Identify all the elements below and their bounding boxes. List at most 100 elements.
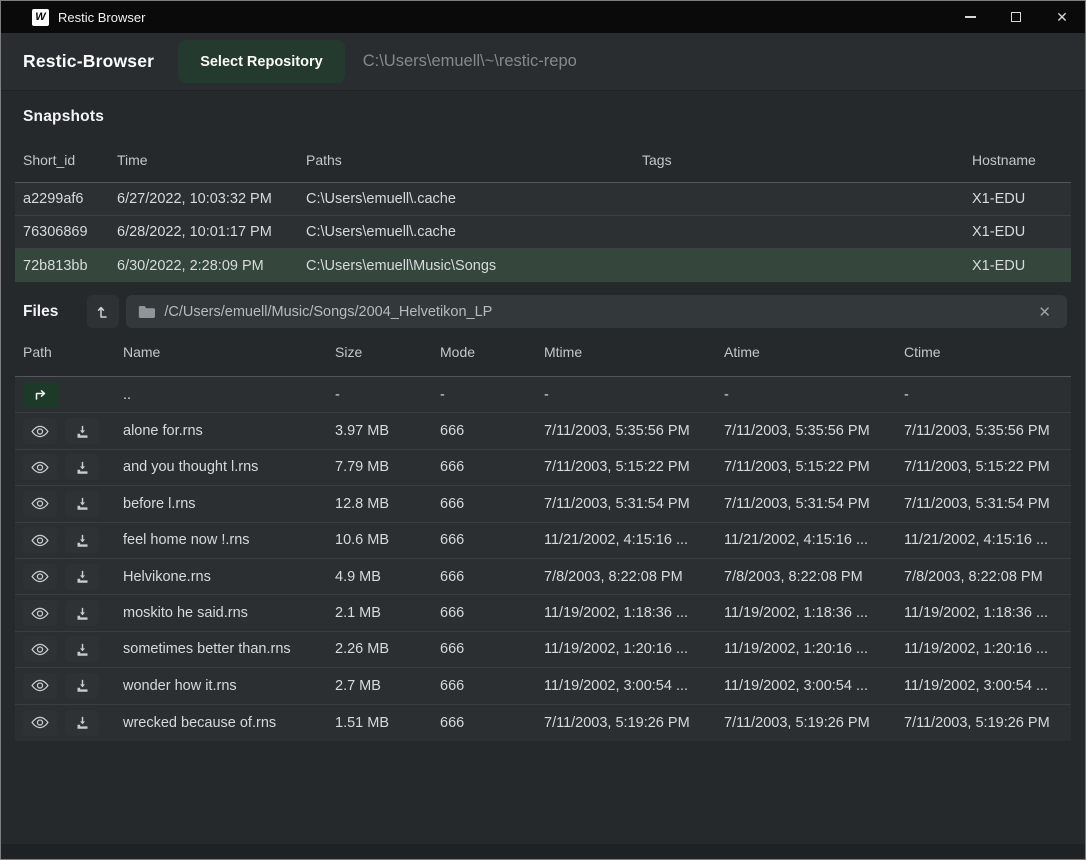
file-row[interactable]: wonder how it.rns2.7 MB66611/19/2002, 3:… — [15, 668, 1071, 704]
file-mtime: 7/11/2003, 5:15:22 PM — [544, 459, 724, 475]
file-actions — [23, 636, 123, 662]
snapshot-paths: C:\Users\emuell\.cache — [306, 224, 642, 240]
file-mode: 666 — [440, 423, 544, 439]
download-button[interactable] — [65, 673, 99, 699]
preview-button[interactable] — [23, 600, 57, 626]
column-header: Mode — [440, 344, 544, 360]
download-icon — [75, 715, 90, 730]
select-repository-button[interactable]: Select Repository — [178, 40, 345, 83]
preview-button[interactable] — [23, 418, 57, 444]
snapshots-table-body: a2299af66/27/2022, 10:03:32 PM C:\Users\e… — [1, 183, 1085, 282]
column-header: Path — [23, 344, 123, 360]
current-path-value: /C/Users/emuell/Music/Songs/2004_Helveti… — [164, 304, 1034, 320]
file-ctime: 11/19/2002, 1:20:16 ... — [904, 641, 1071, 657]
eye-icon — [31, 606, 49, 621]
go-up-button[interactable] — [23, 382, 59, 408]
preview-button[interactable] — [23, 491, 57, 517]
close-button[interactable]: ✕ — [1039, 1, 1085, 33]
snapshot-row[interactable]: a2299af66/27/2022, 10:03:32 PMC:\Users\e… — [15, 183, 1071, 216]
download-icon — [75, 569, 90, 584]
preview-button[interactable] — [23, 454, 57, 480]
current-path-input[interactable]: /C/Users/emuell/Music/Songs/2004_Helveti… — [126, 295, 1067, 328]
file-actions — [23, 491, 123, 517]
preview-button[interactable] — [23, 636, 57, 662]
file-atime: 11/21/2002, 4:15:16 ... — [724, 532, 904, 548]
app-window: W Restic Browser ✕ Restic-Browser Select… — [0, 0, 1086, 860]
snapshot-short_id: 76306869 — [23, 224, 117, 240]
file-mode: 666 — [440, 532, 544, 548]
download-button[interactable] — [65, 710, 99, 736]
file-row[interactable]: wrecked because of.rns1.51 MB6667/11/200… — [15, 705, 1071, 741]
file-mtime: 11/19/2002, 3:00:54 ... — [544, 678, 724, 694]
file-size: 3.97 MB — [335, 423, 440, 439]
file-actions — [23, 418, 123, 444]
download-icon — [75, 533, 90, 548]
file-mode: 666 — [440, 641, 544, 657]
download-button[interactable] — [65, 600, 99, 626]
snapshot-row[interactable]: 72b813bb6/30/2022, 2:28:09 PMC:\Users\em… — [15, 249, 1071, 282]
snapshot-hostname: X1-EDU — [972, 191, 1071, 207]
file-atime: 7/11/2003, 5:35:56 PM — [724, 423, 904, 439]
download-button[interactable] — [65, 454, 99, 480]
files-table-header: Path Name Size Mode Mtime Atime Ctime — [15, 328, 1071, 377]
file-mtime: 11/21/2002, 4:15:16 ... — [544, 532, 724, 548]
file-size: 1.51 MB — [335, 715, 440, 731]
download-button[interactable] — [65, 564, 99, 590]
file-name: feel home now !.rns — [123, 532, 335, 548]
parent-directory-row[interactable]: .. - - - - - — [15, 377, 1071, 413]
file-mode: 666 — [440, 459, 544, 475]
minimize-button[interactable] — [947, 1, 993, 33]
download-button[interactable] — [65, 491, 99, 517]
eye-icon — [31, 569, 49, 584]
file-row[interactable]: sometimes better than.rns2.26 MB66611/19… — [15, 632, 1071, 668]
download-button[interactable] — [65, 418, 99, 444]
file-size: 2.7 MB — [335, 678, 440, 694]
preview-button[interactable] — [23, 527, 57, 553]
close-icon: ✕ — [1056, 10, 1068, 24]
file-row[interactable]: moskito he said.rns2.1 MB66611/19/2002, … — [15, 595, 1071, 631]
column-header: Atime — [724, 344, 904, 360]
file-row[interactable]: and you thought l.rns7.79 MB6667/11/2003… — [15, 450, 1071, 486]
column-header: Name — [123, 344, 335, 360]
return-arrow-icon — [33, 387, 49, 403]
download-button[interactable] — [65, 636, 99, 662]
file-ctime: 7/11/2003, 5:15:22 PM — [904, 459, 1071, 475]
file-name: .. — [123, 387, 335, 403]
snapshot-short_id: a2299af6 — [23, 191, 117, 207]
file-mtime: 7/11/2003, 5:19:26 PM — [544, 715, 724, 731]
file-row[interactable]: alone for.rns3.97 MB6667/11/2003, 5:35:5… — [15, 413, 1071, 449]
file-mode: 666 — [440, 496, 544, 512]
snapshots-table-header: Short_id Time Paths Tags Hostname — [15, 137, 1071, 183]
file-name: and you thought l.rns — [123, 459, 335, 475]
clear-path-button[interactable]: ✕ — [1034, 301, 1055, 323]
file-atime: 7/11/2003, 5:31:54 PM — [724, 496, 904, 512]
download-icon — [75, 678, 90, 693]
eye-icon — [31, 642, 49, 657]
maximize-button[interactable] — [993, 1, 1039, 33]
file-actions — [23, 600, 123, 626]
preview-button[interactable] — [23, 564, 57, 590]
file-row[interactable]: before l.rns12.8 MB6667/11/2003, 5:31:54… — [15, 486, 1071, 522]
file-ctime: - — [904, 387, 1071, 403]
snapshot-time: 6/27/2022, 10:03:32 PM — [117, 191, 306, 207]
file-mtime: 11/19/2002, 1:20:16 ... — [544, 641, 724, 657]
preview-button[interactable] — [23, 710, 57, 736]
file-name: Helvikone.rns — [123, 569, 335, 585]
download-icon — [75, 642, 90, 657]
file-row[interactable]: feel home now !.rns10.6 MB66611/21/2002,… — [15, 523, 1071, 559]
column-header: Hostname — [972, 152, 1071, 168]
snapshot-hostname: X1-EDU — [972, 224, 1071, 240]
snapshot-paths: C:\Users\emuell\Music\Songs — [306, 258, 642, 274]
file-actions — [23, 527, 123, 553]
parent-directory-button[interactable] — [87, 295, 119, 328]
file-atime: 11/19/2002, 1:18:36 ... — [724, 605, 904, 621]
snapshot-row[interactable]: 763068696/28/2022, 10:01:17 PMC:\Users\e… — [15, 216, 1071, 249]
files-table-body: alone for.rns3.97 MB6667/11/2003, 5:35:5… — [1, 413, 1085, 741]
preview-button[interactable] — [23, 673, 57, 699]
file-mode: 666 — [440, 569, 544, 585]
file-name: wonder how it.rns — [123, 678, 335, 694]
download-icon — [75, 496, 90, 511]
column-header: Mtime — [544, 344, 724, 360]
download-button[interactable] — [65, 527, 99, 553]
file-row[interactable]: Helvikone.rns4.9 MB6667/8/2003, 8:22:08 … — [15, 559, 1071, 595]
